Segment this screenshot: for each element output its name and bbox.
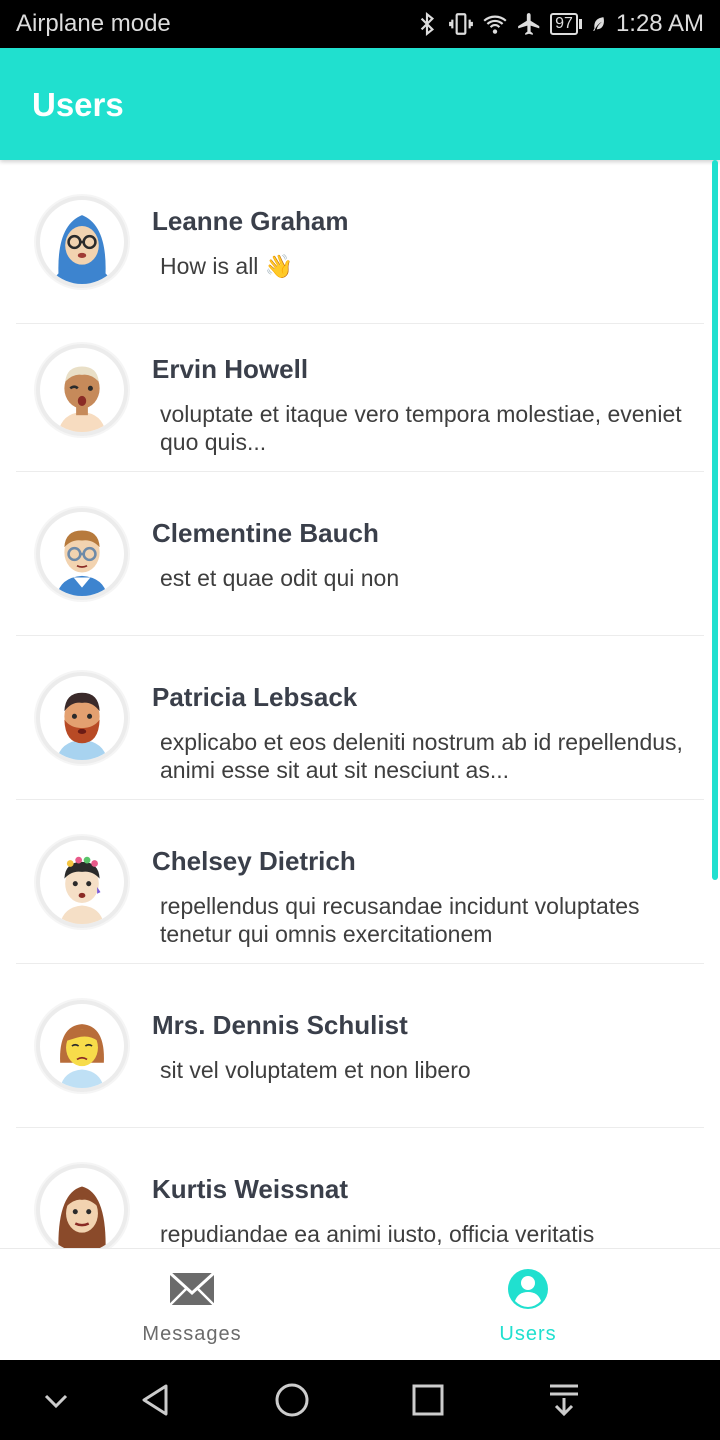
user-name: Clementine Bauch (152, 518, 379, 548)
tab-messages-label: Messages (142, 1323, 242, 1345)
user-name: Mrs. Dennis Schulist (152, 1010, 408, 1040)
battery-level: 97 (550, 13, 578, 35)
user-list-item[interactable]: Clementine Bauch est et quae odit qui no… (16, 472, 704, 636)
woman-long-hair-avatar (36, 1164, 128, 1248)
back-icon[interactable] (134, 1378, 178, 1422)
user-list-item[interactable]: Leanne Graham How is all 👋 (16, 160, 704, 324)
app-bar: Users (0, 48, 720, 160)
notification-pull-icon[interactable] (542, 1378, 586, 1422)
user-list-item[interactable]: Mrs. Dennis Schulist sit vel voluptatem … (16, 964, 704, 1128)
user-name: Chelsey Dietrich (152, 846, 356, 876)
battery-icon: 97 (550, 13, 582, 35)
wifi-icon (483, 15, 507, 34)
airplane-icon (518, 13, 540, 35)
user-message: voluptate et itaque vero tempora molesti… (160, 401, 682, 455)
bottom-nav: Messages Users (0, 1248, 720, 1360)
clock: 1:28 AM (615, 10, 704, 37)
tab-users-label: Users (499, 1323, 557, 1345)
chevron-down-icon[interactable] (34, 1378, 78, 1422)
user-message: repellendus qui recusandae incidunt volu… (160, 893, 640, 947)
home-icon[interactable] (270, 1378, 314, 1422)
user-message: est et quae odit qui non (160, 565, 400, 591)
user-name: Ervin Howell (152, 354, 309, 384)
user-list-item[interactable]: Kurtis Weissnat repudiandae ea animi ius… (16, 1128, 704, 1248)
user-message: How is all 👋 (160, 253, 294, 279)
page-title: Users (32, 86, 124, 123)
user-name: Kurtis Weissnat (152, 1174, 349, 1204)
recents-icon[interactable] (406, 1378, 450, 1422)
airplane-mode-label: Airplane mode (16, 10, 171, 37)
user-message: repudiandae ea animi iusto, officia veri… (160, 1221, 595, 1247)
scrollbar[interactable] (712, 160, 718, 880)
user-list-item[interactable]: Ervin Howell voluptate et itaque vero te… (16, 308, 704, 472)
vibrate-icon (449, 13, 474, 35)
user-name: Leanne Graham (152, 206, 349, 236)
account-circle-icon (508, 1269, 548, 1309)
user-list-item[interactable]: Patricia Lebsack explicabo et eos deleni… (16, 636, 704, 800)
leaf-icon (592, 17, 604, 31)
bluetooth-icon (420, 11, 435, 37)
woman-yellow-face-avatar (36, 1000, 128, 1092)
user-message: explicabo et eos deleniti nostrum ab id … (160, 729, 683, 783)
tab-messages[interactable]: Messages (12, 1249, 372, 1361)
user-message: sit vel voluptatem et non libero (160, 1057, 471, 1083)
man-blond-avatar (36, 344, 128, 436)
man-beard-avatar (36, 672, 128, 764)
status-bar: Airplane mode 97 1:28 AM (0, 0, 720, 48)
status-icons: 97 1:28 AM (414, 10, 704, 38)
woman-flower-crown-avatar (36, 836, 128, 928)
tab-users[interactable]: Users (348, 1249, 708, 1361)
man-glasses-avatar (36, 508, 128, 600)
user-list[interactable]: Leanne Graham How is all 👋 Ervin Howell … (0, 160, 720, 1248)
system-nav-bar (0, 1360, 720, 1440)
user-name: Patricia Lebsack (152, 682, 358, 712)
woman-hijab-glasses-avatar (36, 196, 128, 288)
user-list-item[interactable]: Chelsey Dietrich repellendus qui recusan… (16, 800, 704, 964)
envelope-icon (168, 1271, 216, 1306)
